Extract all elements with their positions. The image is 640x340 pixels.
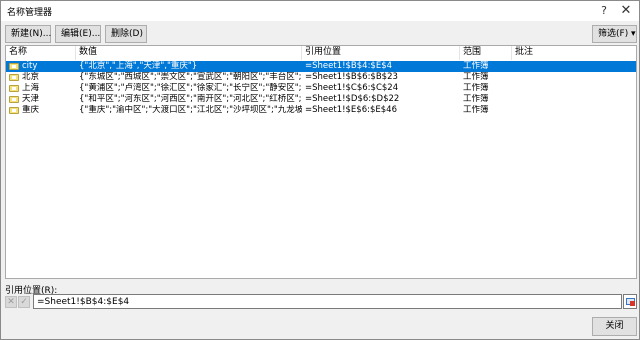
column-header-name[interactable]: 名称: [6, 46, 76, 60]
row-scope: 工作簿: [463, 61, 489, 71]
row-value: {"和平区";"河东区";"河西区";"南开区";"河北区";"红桥区";"..…: [79, 94, 302, 104]
column-header-refers-to[interactable]: 引用位置: [302, 46, 460, 60]
row-scope: 工作簿: [463, 83, 489, 93]
column-header-comment[interactable]: 批注: [512, 46, 636, 60]
row-refers-to: =Sheet1!$E$6:$E$46: [305, 105, 397, 115]
refers-to-input[interactable]: [33, 294, 622, 309]
row-comment: [512, 105, 636, 116]
row-comment: [512, 83, 636, 94]
edit-button[interactable]: 编辑(E)...: [55, 25, 101, 43]
row-scope: 工作簿: [463, 94, 489, 104]
dialog-title: 名称管理器: [7, 8, 53, 18]
row-name: 上海: [22, 83, 40, 93]
row-comment: [512, 94, 636, 105]
help-icon[interactable]: ?: [595, 3, 613, 19]
names-table: 名称 数值 引用位置 范围 批注 city {"北京","上海","天津","重…: [5, 45, 637, 279]
row-refers-to: =Sheet1!$C$6:$C$24: [305, 83, 399, 93]
cancel-edit-icon[interactable]: ✕: [5, 296, 17, 308]
row-comment: [512, 61, 636, 72]
row-name: 天津: [22, 94, 40, 104]
column-header-value[interactable]: 数值: [76, 46, 302, 60]
table-row[interactable]: 北京 {"东城区";"西城区";"崇文区";"宣武区";"朝阳区";"丰台区";…: [6, 72, 636, 83]
new-button[interactable]: 新建(N)...: [5, 25, 51, 43]
row-name: 重庆: [22, 105, 40, 115]
row-refers-to: =Sheet1!$B$6:$B$23: [305, 72, 398, 82]
table-row[interactable]: 上海 {"黄浦区";"卢湾区";"徐汇区";"徐家汇";"长宁区";"静安区";…: [6, 83, 636, 94]
row-refers-to: =Sheet1!$B$4:$E$4: [305, 61, 393, 71]
table-row[interactable]: city {"北京","上海","天津","重庆"} =Sheet1!$B$4:…: [6, 61, 636, 72]
row-name: 北京: [22, 72, 40, 82]
table-header: 名称 数值 引用位置 范围 批注: [6, 46, 636, 60]
row-value: {"北京","上海","天津","重庆"}: [79, 61, 198, 71]
row-refers-to: =Sheet1!$D$6:$D$22: [305, 94, 400, 104]
close-icon[interactable]: ✕: [617, 3, 635, 19]
row-value: {"黄浦区";"卢湾区";"徐汇区";"徐家汇";"长宁区";"静安区";"..…: [79, 83, 302, 93]
filter-button[interactable]: 筛选(F) ▾: [592, 25, 637, 43]
table-row[interactable]: 天津 {"和平区";"河东区";"河西区";"南开区";"河北区";"红桥区";…: [6, 94, 636, 105]
row-value: {"重庆";"渝中区";"大渡口区";"江北区";"沙坪坝区";"九龙坡...: [79, 105, 302, 115]
row-value: {"东城区";"西城区";"崇文区";"宣武区";"朝阳区";"丰台区";"..…: [79, 72, 302, 82]
title-bar: 名称管理器 ? ✕: [1, 1, 639, 21]
column-header-scope[interactable]: 范围: [460, 46, 512, 60]
confirm-edit-icon[interactable]: ✓: [18, 296, 30, 308]
row-scope: 工作簿: [463, 72, 489, 82]
row-comment: [512, 72, 636, 83]
name-manager-dialog: 名称管理器 ? ✕ 新建(N)... 编辑(E)... 删除(D) 筛选(F) …: [0, 0, 640, 340]
delete-button[interactable]: 删除(D): [105, 25, 147, 43]
close-button[interactable]: 关闭: [592, 317, 637, 336]
table-row[interactable]: 重庆 {"重庆";"渝中区";"大渡口区";"江北区";"沙坪坝区";"九龙坡.…: [6, 105, 636, 116]
row-scope: 工作簿: [463, 105, 489, 115]
row-name: city: [22, 61, 38, 71]
range-picker-icon[interactable]: [623, 294, 637, 309]
